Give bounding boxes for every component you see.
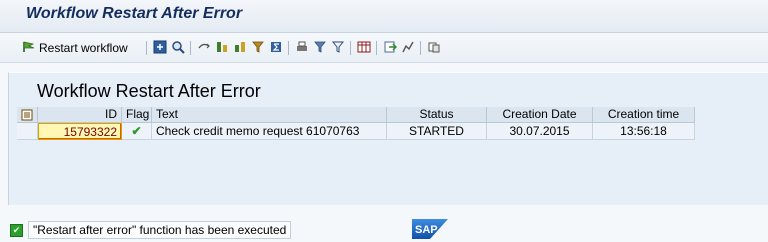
find-icon[interactable] (170, 39, 186, 55)
toolbar-separator (146, 41, 147, 55)
alv-title: Workflow Restart After Error (37, 81, 261, 101)
restart-flag-icon (22, 41, 36, 56)
column-header-creation-date[interactable]: Creation Date (487, 107, 593, 123)
toolbar-separator (288, 41, 289, 55)
alv-container: Workflow Restart After Error ID Flag Tex… (8, 72, 768, 205)
layout-icon[interactable] (356, 39, 372, 55)
sort-ascending-icon[interactable] (214, 39, 230, 55)
graphic-icon[interactable] (400, 39, 416, 55)
cell-creation-date[interactable]: 30.07.2015 (487, 123, 593, 140)
cell-status[interactable]: STARTED (387, 123, 487, 140)
application-toolbar: Restart workflow (0, 33, 768, 63)
filter-remove-icon[interactable] (330, 39, 346, 55)
status-message[interactable]: "Restart after error" function has been … (28, 221, 292, 239)
set-filter-icon[interactable] (250, 39, 266, 55)
svg-text:SAP: SAP (415, 224, 438, 236)
export-icon[interactable] (382, 39, 398, 55)
sum-icon[interactable] (268, 39, 284, 55)
cell-text[interactable]: Check credit memo request 61070763 (152, 123, 387, 140)
toolbar-separator (350, 41, 351, 55)
status-bar: ✔ "Restart after error" function has bee… (10, 221, 292, 239)
toolbar-separator (420, 41, 421, 55)
abc-analysis-icon[interactable] (426, 39, 442, 55)
filter-icon[interactable] (312, 39, 328, 55)
layout-select-icon (21, 109, 33, 121)
title-bar: Workflow Restart After Error (0, 0, 768, 33)
select-all-button[interactable] (17, 107, 38, 123)
toolbar-separator (190, 41, 191, 55)
column-header-status[interactable]: Status (387, 107, 487, 123)
success-check-icon: ✔ (10, 223, 23, 237)
refresh-icon[interactable] (196, 39, 212, 55)
column-header-creation-time[interactable]: Creation time (593, 107, 695, 123)
sort-descending-icon[interactable] (232, 39, 248, 55)
details-icon[interactable] (152, 39, 168, 55)
flag-checkmark-icon: ✔ (122, 123, 152, 140)
restart-workflow-label: Restart workflow (39, 41, 128, 55)
window-title: Workflow Restart After Error (26, 5, 243, 22)
column-header-flag[interactable]: Flag (122, 107, 152, 123)
cell-id[interactable]: 15793322 (38, 123, 122, 140)
toolbar-separator (376, 41, 377, 55)
print-icon[interactable] (294, 39, 310, 55)
restart-workflow-button[interactable]: Restart workflow (20, 38, 130, 58)
cell-creation-time[interactable]: 13:56:18 (593, 123, 695, 140)
column-header-text[interactable]: Text (152, 107, 387, 123)
sap-logo: SAP (412, 219, 448, 239)
row-selector[interactable] (17, 123, 38, 140)
column-header-id[interactable]: ID (38, 107, 122, 123)
